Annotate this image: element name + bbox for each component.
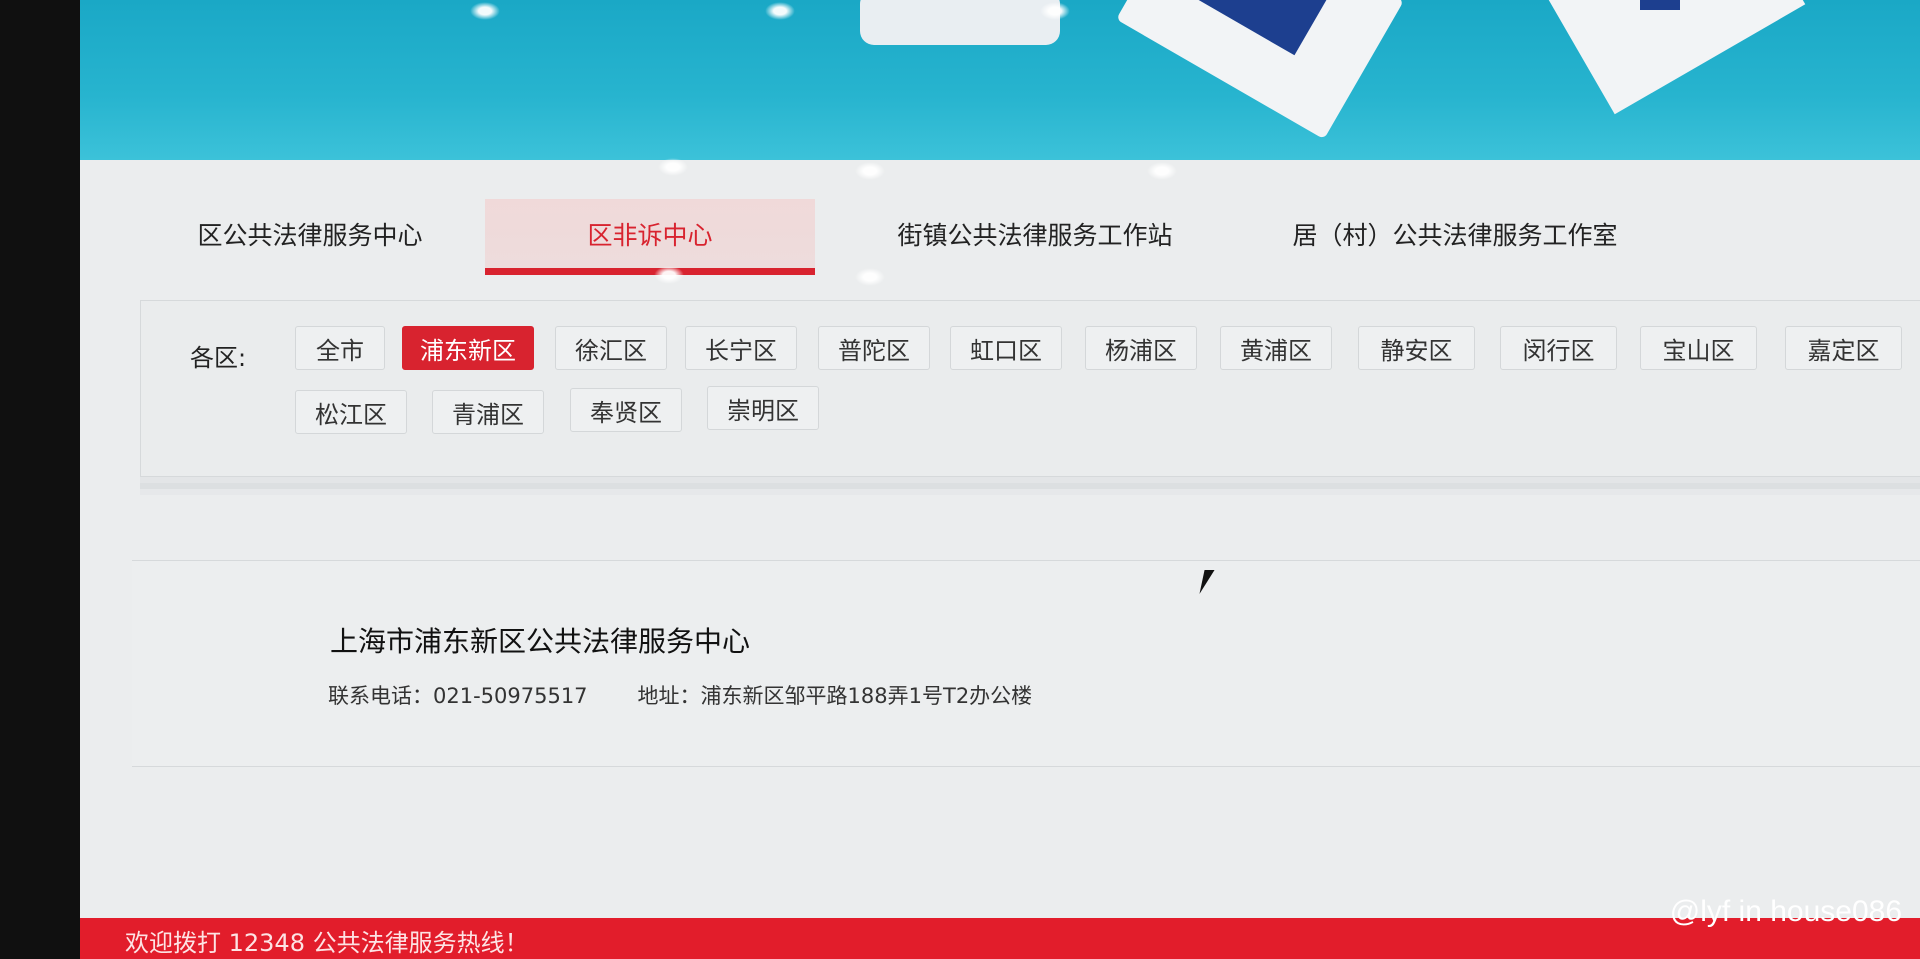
district-chip[interactable]: 浦东新区: [402, 326, 534, 370]
service-center-details: 联系电话：021-50975517 地址：浦东新区邹平路188弄1号T2办公楼: [328, 680, 1032, 710]
address-label: 地址：: [637, 684, 701, 708]
district-chip[interactable]: 青浦区: [432, 390, 544, 434]
address-value: 浦东新区邹平路188弄1号T2办公楼: [700, 684, 1033, 708]
banner-graphic: [860, 0, 1060, 45]
screen-glare: [855, 268, 885, 286]
screen-glare: [1040, 2, 1070, 20]
footer-hotline-bar: 欢迎拨打 12348 公共法律服务热线！: [80, 918, 1920, 959]
district-chip[interactable]: 奉贤区: [570, 388, 682, 432]
tab-district-center[interactable]: 区公共法律服务中心: [160, 199, 460, 269]
screen-glare: [1147, 162, 1177, 180]
district-chip[interactable]: 全市: [295, 326, 385, 370]
district-filter-label: 各区:: [190, 344, 247, 372]
tab-village-office[interactable]: 居（村）公共法律服务工作室: [1245, 199, 1665, 269]
service-center-name[interactable]: 上海市浦东新区公共法律服务中心: [330, 620, 750, 660]
district-chip[interactable]: 嘉定区: [1785, 326, 1902, 370]
district-chip[interactable]: 普陀区: [818, 326, 930, 370]
screen-glare: [855, 162, 885, 180]
contact-address: 地址：浦东新区邹平路188弄1号T2办公楼: [638, 680, 1033, 710]
screen-glare: [654, 266, 684, 284]
tab-non-litigation-center[interactable]: 区非诉中心: [485, 199, 815, 275]
district-chip[interactable]: 杨浦区: [1085, 326, 1197, 370]
district-chip[interactable]: 黄浦区: [1220, 326, 1332, 370]
district-chip[interactable]: 虹口区: [950, 326, 1062, 370]
banner-graphic: [1640, 0, 1680, 10]
phone-label: 联系电话：: [328, 684, 433, 708]
district-chip[interactable]: 徐汇区: [555, 326, 667, 370]
district-chip[interactable]: 宝山区: [1640, 326, 1757, 370]
service-center-card: [132, 560, 1920, 767]
banner-graphic: [1534, 0, 1806, 115]
footer-hotline-text: 欢迎拨打 12348 公共法律服务热线！: [125, 929, 529, 957]
tab-street-station[interactable]: 街镇公共法律服务工作站: [835, 199, 1235, 269]
screen-glare: [765, 2, 795, 20]
screen-glare: [658, 158, 688, 176]
service-tabs: 区公共法律服务中心 区非诉中心 街镇公共法律服务工作站 居（村）公共法律服务工作…: [160, 195, 1920, 275]
district-chip[interactable]: 松江区: [295, 390, 407, 434]
district-chip[interactable]: 崇明区: [707, 386, 819, 430]
district-chip[interactable]: 闵行区: [1500, 326, 1617, 370]
phone-value: 021-50975517: [433, 684, 588, 708]
contact-phone: 联系电话：021-50975517: [328, 680, 588, 710]
photo-watermark: @lyf in house086: [1669, 895, 1902, 928]
header-banner: [80, 0, 1920, 160]
district-chip[interactable]: 静安区: [1358, 326, 1475, 370]
district-chip[interactable]: 长宁区: [685, 326, 797, 370]
screen-glare: [470, 2, 500, 20]
browser-screen: 区公共法律服务中心 区非诉中心 街镇公共法律服务工作站 居（村）公共法律服务工作…: [80, 0, 1920, 959]
